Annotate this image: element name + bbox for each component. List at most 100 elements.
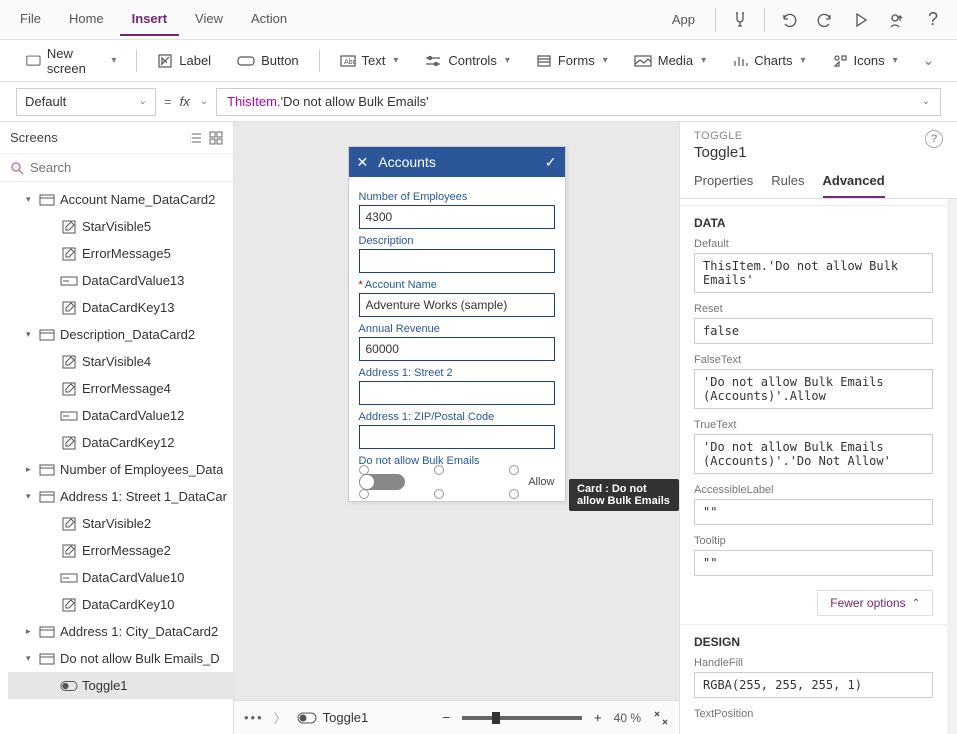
fewer-options-link[interactable]: Fewer options ⌃ (817, 590, 933, 616)
button-button[interactable]: Button (227, 47, 309, 74)
prop-value[interactable]: 'Do not allow Bulk Emails (Accounts)'.Al… (694, 369, 933, 409)
menu-insert[interactable]: Insert (120, 3, 179, 36)
tree-item-0[interactable]: ▾Account Name_DataCard2 (8, 186, 233, 213)
field-input-5[interactable] (359, 425, 555, 449)
tree-item-6[interactable]: StarVisible4 (8, 348, 233, 375)
prop-label: HandleFill (694, 657, 933, 669)
tree-item-5[interactable]: ▾Description_DataCard2 (8, 321, 233, 348)
share-icon[interactable] (881, 4, 913, 36)
expand-icon[interactable]: ▾ (26, 653, 38, 664)
prop-truetext: TrueText'Do not allow Bulk Emails (Accou… (680, 415, 947, 480)
text-btn-label: Text (362, 53, 386, 68)
tree-item-7[interactable]: ErrorMessage4 (8, 375, 233, 402)
tree-item-14[interactable]: DataCardValue10 (8, 564, 233, 591)
tab-rules[interactable]: Rules (771, 165, 804, 198)
prop-value[interactable]: "" (694, 499, 933, 525)
tree-item-12[interactable]: StarVisible2 (8, 510, 233, 537)
tree-item-18[interactable]: Toggle1 (8, 672, 233, 699)
menu-app[interactable]: App (660, 4, 707, 35)
tree-item-15[interactable]: DataCardKey10 (8, 591, 233, 618)
toggle-control[interactable]: Allow (359, 471, 555, 493)
tree-item-icon (60, 436, 78, 450)
menu-action[interactable]: Action (239, 3, 299, 36)
menu-home[interactable]: Home (57, 3, 116, 36)
checker-icon[interactable] (724, 4, 756, 36)
help-icon[interactable]: ? (917, 4, 949, 36)
tab-advanced[interactable]: Advanced (823, 165, 885, 198)
forms-dropdown[interactable]: Forms▾ (526, 47, 618, 74)
zoom-slider[interactable] (462, 716, 582, 720)
tree-item-11[interactable]: ▾Address 1: Street 1_DataCar (8, 483, 233, 510)
breadcrumb-more[interactable]: ••• (244, 710, 264, 725)
panel-scrollbar[interactable] (947, 199, 957, 734)
field-input-2[interactable] (359, 293, 555, 317)
fx-label: fx (180, 94, 190, 109)
zoom-out-button[interactable]: − (442, 710, 450, 725)
new-screen-button[interactable]: New screen▾ (16, 40, 126, 82)
field-label: Description (359, 235, 555, 247)
undo-icon[interactable] (773, 4, 805, 36)
tree-item-label: DataCardValue10 (82, 570, 184, 585)
menu-bar: File Home Insert View Action App ? (0, 0, 957, 40)
icons-dropdown[interactable]: Icons▾ (822, 47, 908, 74)
prop-falsetext: FalseText'Do not allow Bulk Emails (Acco… (680, 350, 947, 415)
zoom-in-button[interactable]: + (594, 710, 602, 725)
controls-dropdown[interactable]: Controls▾ (414, 47, 519, 74)
tree-search[interactable] (0, 154, 233, 182)
section-title: DATA (680, 205, 947, 234)
tree-item-8[interactable]: DataCardValue12 (8, 402, 233, 429)
expand-icon[interactable]: ▸ (26, 626, 38, 637)
redo-icon[interactable] (809, 4, 841, 36)
tree-item-icon (60, 276, 78, 286)
tree-list-icon[interactable] (189, 131, 203, 145)
tree-item-4[interactable]: DataCardKey13 (8, 294, 233, 321)
tree-item-9[interactable]: DataCardKey12 (8, 429, 233, 456)
prop-value[interactable]: ThisItem.'Do not allow Bulk Emails' (694, 253, 933, 293)
prop-label: TextPosition (694, 708, 933, 720)
field-input-3[interactable] (359, 337, 555, 361)
expand-ribbon-icon[interactable]: ⌄ (914, 45, 941, 77)
field-input-4[interactable] (359, 381, 555, 405)
tree-item-13[interactable]: ErrorMessage2 (8, 537, 233, 564)
charts-dropdown[interactable]: Charts▾ (722, 47, 815, 74)
tree-item-10[interactable]: ▸ Number of Employees_Data (8, 456, 233, 483)
panel-help-icon[interactable]: ? (925, 130, 943, 148)
formula-input[interactable]: ThisItem.'Do not allow Bulk Emails' ⌄ (216, 88, 941, 116)
expand-icon[interactable]: ▾ (26, 329, 38, 340)
field-input-1[interactable] (359, 249, 555, 273)
expand-icon[interactable]: ▾ (26, 491, 38, 502)
tree-item-17[interactable]: ▾Do not allow Bulk Emails_D (8, 645, 233, 672)
fit-icon[interactable] (653, 710, 669, 726)
panel-body: DATADefaultThisItem.'Do not allow Bulk E… (680, 199, 947, 734)
prop-tooltip: Tooltip"" (680, 531, 947, 582)
tree-item-3[interactable]: DataCardValue13 (8, 267, 233, 294)
prop-value[interactable]: "" (694, 550, 933, 576)
field-input-0[interactable] (359, 205, 555, 229)
tree-item-16[interactable]: ▸Address 1: City_DataCard2 (8, 618, 233, 645)
prop-value[interactable]: 'Do not allow Bulk Emails (Accounts)'.'D… (694, 434, 933, 474)
prop-value[interactable]: false (694, 318, 933, 344)
expand-icon[interactable]: ▾ (26, 194, 38, 205)
tree-search-input[interactable] (30, 160, 223, 175)
tree-grid-icon[interactable] (209, 131, 223, 145)
tree-item-icon (60, 220, 78, 234)
toggle-track[interactable] (359, 474, 405, 490)
prop-value[interactable]: RGBA(255, 255, 255, 1) (694, 672, 933, 698)
text-dropdown[interactable]: Abc Text▾ (330, 47, 409, 74)
label-button[interactable]: Label (147, 47, 221, 75)
property-selector[interactable]: Default⌄ (16, 88, 156, 116)
expand-icon[interactable]: ▸ (26, 464, 38, 475)
media-btn-label: Media (658, 53, 693, 68)
play-icon[interactable] (845, 4, 877, 36)
breadcrumb-item[interactable]: Toggle1 (297, 710, 369, 725)
close-icon[interactable]: ✕ (357, 154, 369, 171)
menu-file[interactable]: File (8, 3, 53, 36)
tree-item-icon (60, 598, 78, 612)
tab-properties[interactable]: Properties (694, 165, 753, 198)
tree-item-label: Number of Employees_Data (60, 462, 223, 477)
tree-item-1[interactable]: StarVisible5 (8, 213, 233, 240)
check-icon[interactable]: ✓ (545, 154, 557, 171)
tree-item-2[interactable]: ErrorMessage5 (8, 240, 233, 267)
menu-view[interactable]: View (183, 3, 235, 36)
media-dropdown[interactable]: Media▾ (624, 47, 716, 74)
